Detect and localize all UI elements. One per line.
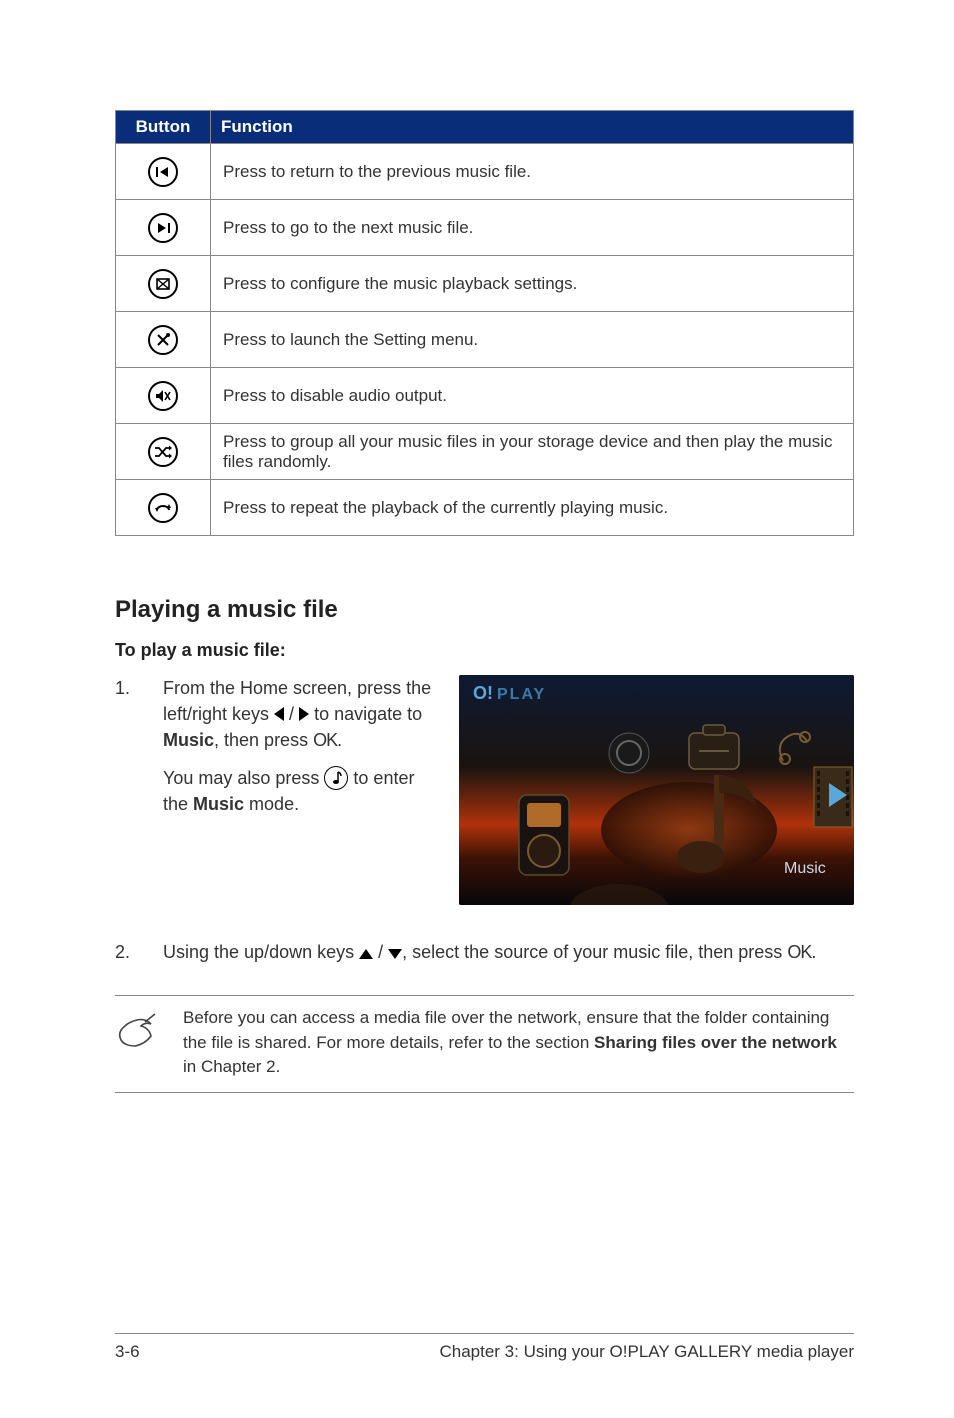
section-title: Playing a music file (115, 596, 854, 624)
step-number: 2. (115, 939, 139, 965)
page-number: 3-6 (115, 1342, 140, 1362)
up-arrow-icon (359, 949, 373, 959)
table-row: Press to configure the music playback se… (116, 256, 854, 312)
settings-box-icon (148, 269, 178, 299)
step-1-paragraph-1: From the Home screen, press the left/rig… (163, 675, 439, 753)
table-row: Press to go to the next music file. (116, 200, 854, 256)
table-cell-function: Press to disable audio output. (211, 368, 854, 424)
chapter-title: Chapter 3: Using your O!PLAY GALLERY med… (439, 1342, 854, 1362)
table-cell-function: Press to launch the Setting menu. (211, 312, 854, 368)
subheading: To play a music file: (115, 640, 854, 661)
table-row: Press to launch the Setting menu. (116, 312, 854, 368)
brand-text: O! (473, 683, 493, 703)
button-function-table: Button Function Press to return to the p… (115, 110, 854, 536)
tools-icon (148, 325, 178, 355)
down-arrow-icon (388, 949, 402, 959)
screenshot-label: Music (784, 860, 826, 877)
step-1: 1. From the Home screen, press the left/… (115, 675, 439, 817)
table-cell-function: Press to return to the previous music fi… (211, 144, 854, 200)
page-footer: 3-6 Chapter 3: Using your O!PLAY GALLERY… (115, 1333, 854, 1362)
mute-icon (148, 381, 178, 411)
brand-text-2: PLAY (497, 686, 546, 703)
left-arrow-icon (274, 707, 284, 721)
step-number: 1. (115, 675, 139, 817)
step-2: 2. Using the up/down keys / , select the… (115, 939, 854, 965)
table-cell-function: Press to go to the next music file. (211, 200, 854, 256)
note-hand-icon (115, 1006, 161, 1080)
ok-text: OK (787, 942, 811, 962)
table-row: Press to group all your music files in y… (116, 424, 854, 480)
note-box: Before you can access a media file over … (115, 995, 854, 1093)
table-row: Press to return to the previous music fi… (116, 144, 854, 200)
home-screen-screenshot: O! PLAY (459, 675, 854, 905)
note-text: Before you can access a media file over … (183, 1006, 854, 1080)
prev-track-icon (148, 157, 178, 187)
table-header-button: Button (116, 111, 211, 144)
table-cell-function: Press to repeat the playback of the curr… (211, 480, 854, 536)
next-track-icon (148, 213, 178, 243)
table-row: Press to disable audio output. (116, 368, 854, 424)
table-cell-function: Press to group all your music files in y… (211, 424, 854, 480)
table-header-function: Function (211, 111, 854, 144)
right-arrow-icon (299, 707, 309, 721)
table-row: Press to repeat the playback of the curr… (116, 480, 854, 536)
ok-text: OK (313, 730, 337, 750)
table-cell-function: Press to configure the music playback se… (211, 256, 854, 312)
repeat-icon (148, 493, 178, 523)
step-2-paragraph: Using the up/down keys / , select the so… (163, 939, 854, 965)
shuffle-icon (148, 437, 178, 467)
step-1-paragraph-2: You may also press to enter the Music mo… (163, 765, 439, 817)
music-note-icon (324, 766, 348, 790)
